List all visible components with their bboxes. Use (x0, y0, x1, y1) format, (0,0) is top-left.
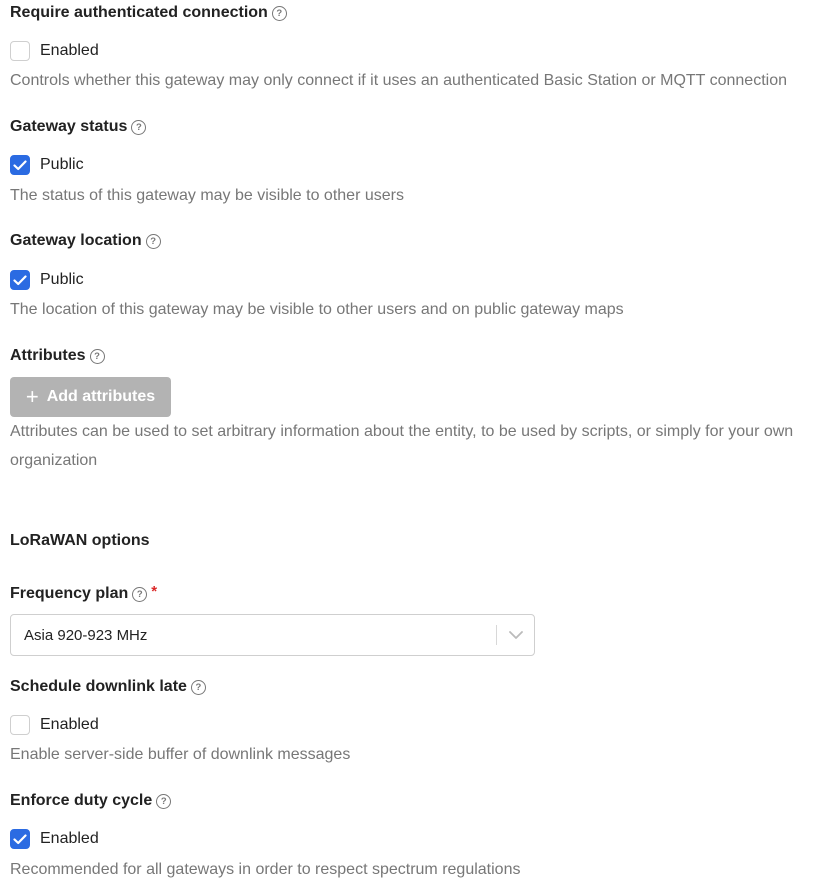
chevron-down-icon[interactable] (497, 630, 534, 640)
frequency-plan-value: Asia 920-923 MHz (24, 626, 148, 644)
require-auth-label-text: Require authenticated connection (10, 4, 268, 21)
add-attributes-button[interactable]: + Add attributes (10, 377, 171, 417)
attributes-description-line: organization (10, 452, 98, 469)
require-auth-description: Controls whether this gateway may only c… (10, 72, 787, 89)
duty-cycle-checkbox[interactable]: Enabled (10, 829, 99, 849)
checkbox-label[interactable]: Public (40, 156, 84, 174)
gateway-status-checkbox[interactable]: Public (10, 155, 84, 175)
frequency-plan-label-text: Frequency plan (10, 585, 129, 602)
gateway-location-label-text: Gateway location (10, 232, 142, 249)
duty-cycle-description: Recommended for all gateways in order to… (10, 861, 521, 878)
schedule-downlink-description: Enable server-side buffer of downlink me… (10, 746, 351, 763)
schedule-downlink-label-text: Schedule downlink late (10, 678, 187, 695)
attributes-label: Attributes ? (10, 347, 105, 365)
checkbox-box[interactable] (10, 715, 30, 735)
frequency-plan-select[interactable]: Asia 920-923 MHz (10, 614, 535, 656)
gateway-location-checkbox[interactable]: Public (10, 270, 84, 290)
schedule-downlink-checkbox[interactable]: Enabled (10, 715, 99, 735)
help-icon[interactable]: ? (132, 586, 148, 602)
help-icon[interactable]: ? (190, 679, 206, 695)
attributes-description-line: Attributes can be used to set arbitrary … (10, 423, 794, 440)
checkmark-icon (13, 833, 27, 844)
duty-cycle-label-text: Enforce duty cycle (10, 792, 153, 809)
gateway-status-description: The status of this gateway may be visibl… (10, 187, 404, 204)
help-icon[interactable]: ? (271, 5, 287, 21)
help-icon[interactable]: ? (145, 233, 161, 249)
help-icon[interactable]: ? (156, 793, 172, 809)
gateway-location-label: Gateway location ? (10, 232, 161, 250)
require-auth-label: Require authenticated connection ? (10, 4, 287, 22)
help-icon[interactable]: ? (131, 119, 147, 135)
plus-icon: + (25, 384, 39, 409)
attributes-label-text: Attributes (10, 347, 86, 364)
attributes-description: Attributes can be used to set arbitrary … (10, 417, 830, 475)
schedule-downlink-label: Schedule downlink late ? (10, 678, 206, 696)
frequency-plan-label: Frequency plan ? * (10, 582, 158, 603)
checkbox-label[interactable]: Enabled (40, 716, 99, 734)
duty-cycle-label: Enforce duty cycle ? (10, 792, 172, 810)
checkbox-label[interactable]: Public (40, 271, 84, 289)
help-icon[interactable]: ? (89, 348, 105, 364)
require-auth-checkbox[interactable]: Enabled (10, 41, 99, 61)
checkmark-icon (13, 159, 27, 170)
lorawan-section-title: LoRaWAN options (10, 532, 150, 549)
checkbox-box[interactable] (10, 270, 30, 290)
checkbox-box[interactable] (10, 829, 30, 849)
gateway-status-label: Gateway status ? (10, 118, 147, 136)
add-attributes-button-label: Add attributes (46, 388, 156, 405)
checkbox-label[interactable]: Enabled (40, 830, 99, 848)
checkbox-box[interactable] (10, 41, 30, 61)
gateway-location-description: The location of this gateway may be visi… (10, 301, 624, 318)
gateway-status-label-text: Gateway status (10, 118, 128, 135)
checkbox-box[interactable] (10, 155, 30, 175)
required-marker: * (151, 582, 158, 600)
checkbox-label[interactable]: Enabled (40, 42, 99, 60)
checkmark-icon (13, 274, 27, 285)
